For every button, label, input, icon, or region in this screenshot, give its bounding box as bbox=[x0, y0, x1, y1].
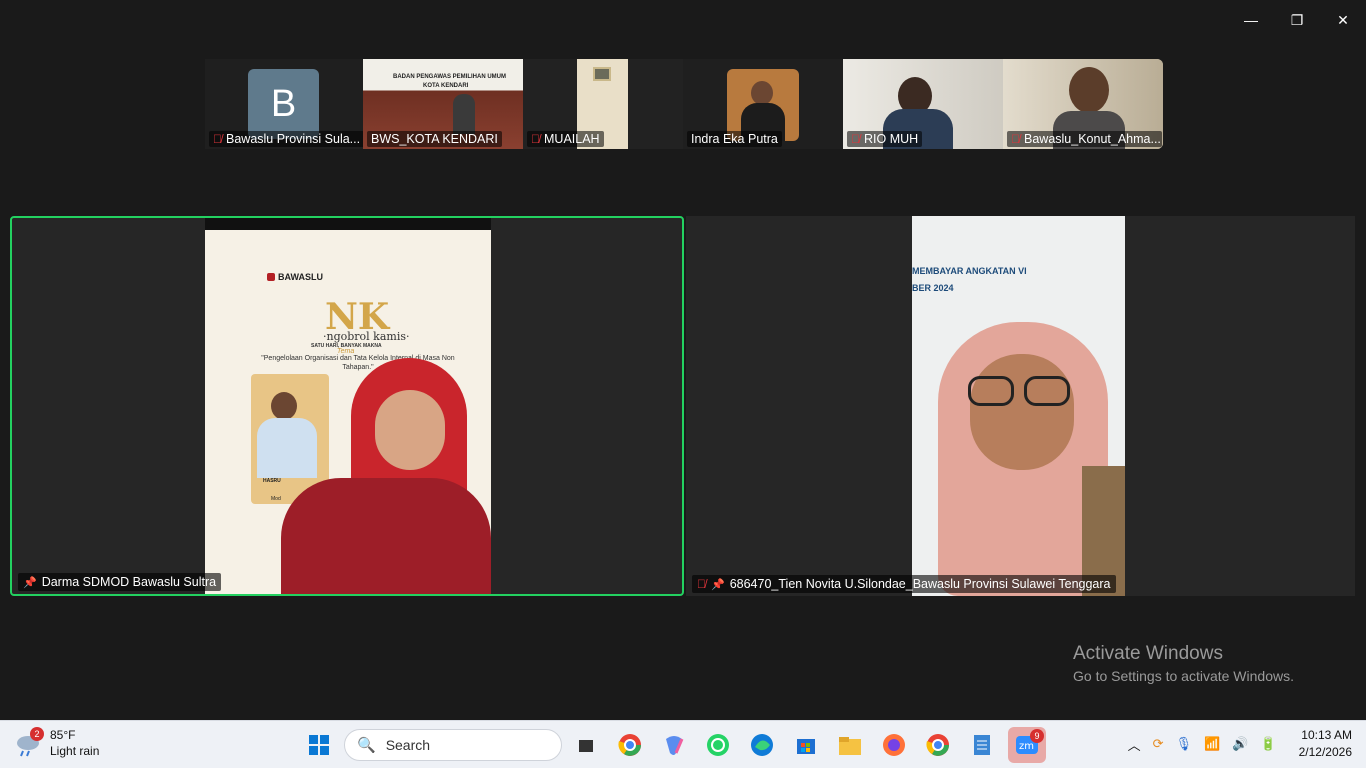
program-title: ·ngobrol kamis· bbox=[323, 330, 410, 343]
sync-icon[interactable]: ⟳ bbox=[1153, 736, 1164, 752]
microsoft-store-icon[interactable] bbox=[790, 729, 822, 761]
participant-name-label: 🎙̸ Bawaslu Provinsi Sula... bbox=[209, 131, 363, 147]
participant-thumb-2[interactable]: 🎙̸ MUAILAH bbox=[523, 59, 683, 149]
participant-name-label: Indra Eka Putra bbox=[687, 131, 782, 147]
clock-time: 10:13 AM bbox=[1301, 728, 1352, 742]
participant-name-label: 🎙̸ 📌 686470_Tien Novita U.Silondae_Bawaslu… bbox=[692, 575, 1116, 593]
participant-thumb-5[interactable]: 🎙̸ Bawaslu_Konut_Ahma... bbox=[1003, 59, 1163, 149]
search-icon: 🔍 bbox=[357, 737, 376, 754]
edge-icon[interactable] bbox=[746, 729, 778, 761]
temperature: 85°F bbox=[50, 728, 76, 742]
participant-name-label: 🎙̸ Bawaslu_Konut_Ahma... bbox=[1007, 131, 1162, 147]
activate-windows-watermark: Activate Windows Go to Settings to activ… bbox=[1073, 643, 1294, 684]
taskbar-search[interactable]: 🔍 Search bbox=[344, 729, 562, 761]
video-tile-participant[interactable]: MEMBAYAR ANGKATAN VI BER 2024 🎙̸ 📌 686470_… bbox=[686, 216, 1355, 596]
weather-badge: 2 bbox=[30, 727, 44, 741]
avatar: B bbox=[248, 69, 319, 139]
close-button[interactable]: ✕ bbox=[1320, 0, 1366, 40]
notepad-icon[interactable] bbox=[966, 729, 998, 761]
speaker-person bbox=[281, 358, 491, 594]
participant-name-label: 📌 Darma SDMOD Bawaslu Sultra bbox=[18, 573, 222, 591]
pin-icon: 📌 bbox=[23, 576, 37, 589]
video-feed: BAWASLU NK ·ngobrol kamis· SATU HARI, BA… bbox=[205, 218, 491, 594]
svg-text:zm: zm bbox=[1019, 741, 1034, 752]
chrome-profile-icon[interactable] bbox=[922, 729, 954, 761]
person-figure bbox=[1069, 67, 1109, 113]
bg-text-line-2: BER 2024 bbox=[912, 283, 954, 293]
pin-icon: 📌 bbox=[711, 578, 725, 591]
wall-frame bbox=[593, 67, 611, 81]
participant-thumb-4[interactable]: 🎙̸ RIO MUH bbox=[843, 59, 1003, 149]
participant-name-label: 🎙̸ RIO MUH bbox=[847, 131, 923, 147]
volume-icon[interactable]: 🔊 bbox=[1232, 736, 1248, 752]
system-tray: ︿ ⟳ 🎙 📶 🔊 🔋 10:13 AM 2/12/2026 bbox=[1128, 727, 1352, 761]
file-explorer-icon[interactable] bbox=[834, 729, 866, 761]
participant-name-label: 🎙̸ MUAILAH bbox=[527, 131, 604, 147]
mic-muted-icon: 🎙̸ bbox=[851, 132, 860, 146]
chevron-up-icon[interactable]: ︿ bbox=[1128, 735, 1141, 754]
chrome-icon[interactable] bbox=[614, 729, 646, 761]
firefox-icon[interactable] bbox=[878, 729, 910, 761]
person-figure bbox=[453, 94, 475, 134]
taskbar: 2 85°F Light rain 🔍 Search zm 9 ︿ ⟳ 🎙 📶 … bbox=[0, 720, 1366, 768]
clock-date: 2/12/2026 bbox=[1298, 745, 1352, 759]
mic-muted-icon: 🎙̸ bbox=[697, 577, 706, 591]
bg-text-line-1: MEMBAYAR ANGKATAN VI bbox=[912, 266, 1027, 276]
bawaslu-logo: BAWASLU bbox=[267, 272, 323, 282]
weather-widget[interactable]: 2 85°F Light rain bbox=[14, 727, 99, 759]
cloud-rain-icon: 2 bbox=[14, 727, 44, 757]
video-feed: MEMBAYAR ANGKATAN VI BER 2024 bbox=[912, 216, 1125, 596]
participant-thumb-3[interactable]: Indra Eka Putra bbox=[683, 59, 843, 149]
clock[interactable]: 10:13 AM 2/12/2026 bbox=[1299, 727, 1352, 761]
mic-muted-icon: 🎙̸ bbox=[531, 132, 540, 146]
watermark-subtitle: Go to Settings to activate Windows. bbox=[1073, 668, 1294, 684]
minimize-button[interactable]: — bbox=[1228, 0, 1274, 40]
participant-name-label: BWS_KOTA KENDARI bbox=[367, 131, 502, 147]
moderator-label: Mod bbox=[271, 496, 281, 502]
participant-thumb-1[interactable]: BADAN PENGAWAS PEMILIHAN UMUM KOTA KENDA… bbox=[363, 59, 523, 149]
mic-muted-icon: 🎙̸ bbox=[1011, 132, 1020, 146]
window-controls: — ❐ ✕ bbox=[1228, 0, 1366, 40]
speaker-name: HASRU bbox=[263, 478, 281, 484]
battery-icon[interactable]: 🔋 bbox=[1260, 736, 1276, 752]
search-placeholder: Search bbox=[385, 737, 431, 753]
weather-condition: Light rain bbox=[50, 744, 100, 758]
restore-button[interactable]: ❐ bbox=[1274, 0, 1320, 40]
banner-line-1: BADAN PENGAWAS PEMILIHAN UMUM bbox=[393, 74, 507, 80]
mic-muted-icon: 🎙̸ bbox=[213, 132, 222, 146]
microphone-icon[interactable]: 🎙 bbox=[1176, 736, 1193, 752]
banner-line-2: KOTA KENDARI bbox=[423, 83, 469, 89]
copilot-icon[interactable] bbox=[658, 729, 690, 761]
wifi-icon[interactable]: 📶 bbox=[1204, 736, 1220, 752]
windows-start-icon[interactable] bbox=[303, 729, 335, 761]
participant-thumb-0[interactable]: B 🎙̸ Bawaslu Provinsi Sula... bbox=[205, 59, 363, 149]
zoom-badge: 9 bbox=[1030, 729, 1044, 743]
task-view-icon[interactable] bbox=[570, 729, 602, 761]
watermark-title: Activate Windows bbox=[1073, 643, 1223, 664]
whatsapp-icon[interactable] bbox=[702, 729, 734, 761]
zoom-icon[interactable]: zm 9 bbox=[1008, 727, 1046, 763]
video-tile-active-speaker[interactable]: BAWASLU NK ·ngobrol kamis· SATU HARI, BA… bbox=[10, 216, 684, 596]
